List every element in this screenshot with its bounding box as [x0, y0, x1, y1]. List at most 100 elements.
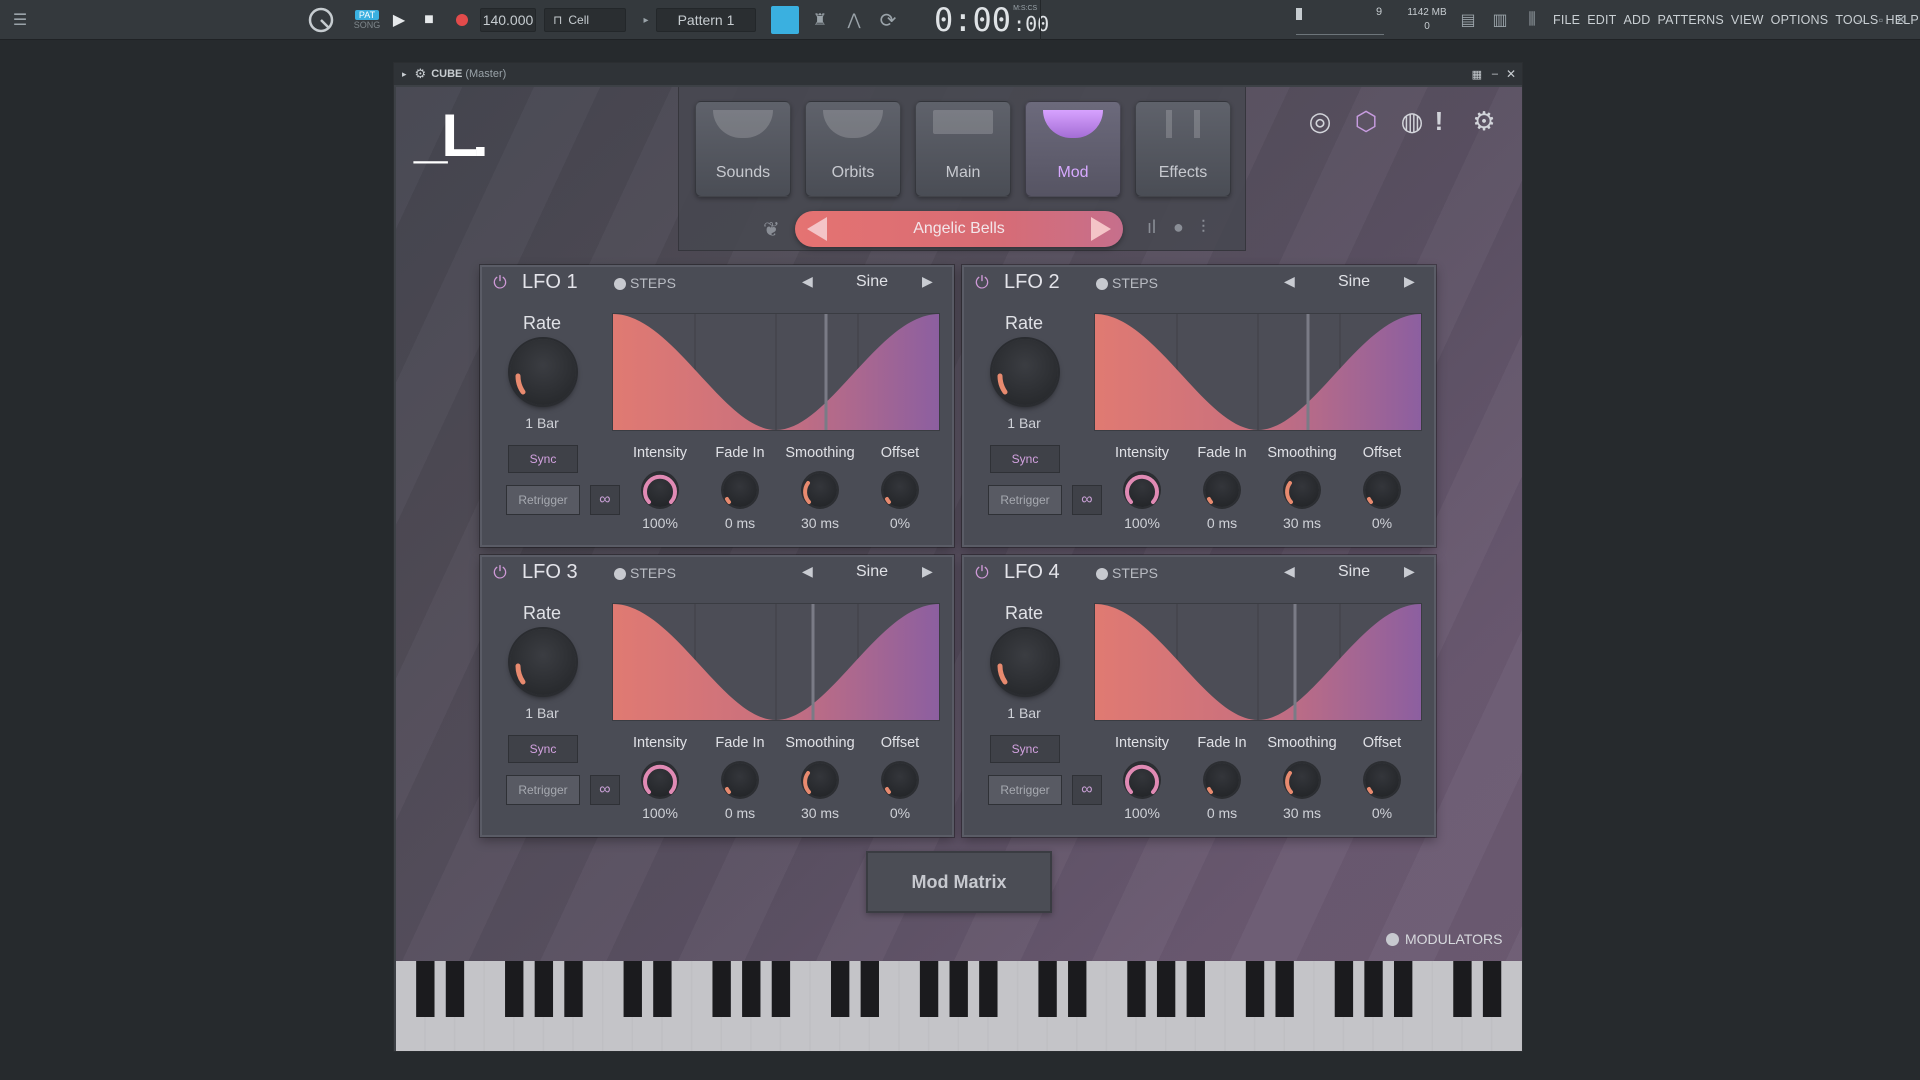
- tab-mod[interactable]: Mod: [1025, 101, 1121, 197]
- rate-knob[interactable]: [992, 339, 1058, 405]
- playlist-icon[interactable]: ▥: [1488, 0, 1512, 40]
- tab-orbits[interactable]: Orbits: [805, 101, 901, 197]
- menu-edit[interactable]: EDIT: [1587, 13, 1616, 27]
- offset-knob[interactable]: [883, 763, 917, 797]
- wave-next-icon[interactable]: ▶: [922, 563, 933, 580]
- tab-effects[interactable]: Effects: [1135, 101, 1231, 197]
- menu-add[interactable]: ADD: [1623, 13, 1650, 27]
- wave-next-icon[interactable]: ▶: [922, 273, 933, 290]
- black-key[interactable]: [1482, 961, 1502, 1017]
- rate-knob[interactable]: [992, 629, 1058, 695]
- loop-icon[interactable]: ∞: [590, 775, 620, 805]
- snap-selector[interactable]: ⊓ Cell: [544, 8, 626, 32]
- modulators-toggle[interactable]: MODULATORS: [1386, 931, 1503, 947]
- mixer-sliders-icon[interactable]: ⫶: [1201, 217, 1206, 238]
- steps-toggle-indicator[interactable]: [614, 568, 626, 580]
- retrigger-button[interactable]: Retrigger: [506, 485, 580, 515]
- maximize-icon[interactable]: ▫: [1872, 0, 1890, 40]
- smoothing-knob[interactable]: [1285, 763, 1319, 797]
- search-icon[interactable]: ●: [1173, 217, 1184, 238]
- black-key[interactable]: [653, 961, 672, 1017]
- settings-gear-icon[interactable]: ⚙: [1468, 105, 1500, 137]
- black-key[interactable]: [860, 961, 879, 1017]
- fade-in-knob[interactable]: [1205, 473, 1239, 507]
- power-icon[interactable]: ⏻: [490, 563, 510, 583]
- smoothing-knob[interactable]: [1285, 473, 1319, 507]
- retrigger-button[interactable]: Retrigger: [988, 485, 1062, 515]
- steps-toggle-indicator[interactable]: [1096, 278, 1108, 290]
- cube-icon[interactable]: ⬡: [1350, 105, 1382, 137]
- black-key[interactable]: [1364, 961, 1383, 1017]
- black-key[interactable]: [416, 961, 435, 1017]
- intensity-knob[interactable]: [643, 473, 677, 507]
- black-key[interactable]: [445, 961, 465, 1017]
- smoothing-knob[interactable]: [803, 763, 837, 797]
- black-key[interactable]: [771, 961, 791, 1017]
- steps-toggle-indicator[interactable]: [614, 278, 626, 290]
- retrigger-button[interactable]: Retrigger: [506, 775, 580, 805]
- loop-icon[interactable]: ∞: [1072, 485, 1102, 515]
- retrigger-button[interactable]: Retrigger: [988, 775, 1062, 805]
- close-icon[interactable]: ✕: [1892, 0, 1910, 40]
- black-key[interactable]: [1068, 961, 1087, 1017]
- wave-prev-icon[interactable]: ◀: [1284, 563, 1295, 580]
- mod-matrix-button[interactable]: Mod Matrix: [866, 851, 1052, 913]
- intensity-knob[interactable]: [643, 763, 677, 797]
- black-key[interactable]: [1334, 961, 1354, 1017]
- fade-in-knob[interactable]: [723, 473, 757, 507]
- black-key[interactable]: [564, 961, 583, 1017]
- wave-prev-icon[interactable]: ◀: [802, 563, 813, 580]
- pattern-selector[interactable]: Pattern 1: [656, 8, 756, 32]
- black-key[interactable]: [1127, 961, 1146, 1017]
- preset-next-icon[interactable]: [1091, 217, 1111, 241]
- black-key[interactable]: [1186, 961, 1205, 1017]
- black-key[interactable]: [534, 961, 554, 1017]
- rate-knob[interactable]: [510, 629, 576, 695]
- black-key[interactable]: [1453, 961, 1472, 1017]
- channel-rack-icon[interactable]: ⫼: [1520, 0, 1544, 40]
- wave-prev-icon[interactable]: ◀: [1284, 273, 1295, 290]
- globe-icon[interactable]: ◍: [1396, 105, 1428, 137]
- browser-toggle-icon[interactable]: ☰: [6, 0, 34, 40]
- offset-knob[interactable]: [883, 473, 917, 507]
- metronome-knob-icon[interactable]: [300, 0, 342, 40]
- menu-patterns[interactable]: PATTERNS: [1657, 13, 1723, 27]
- loop-icon[interactable]: ∞: [1072, 775, 1102, 805]
- record-icon[interactable]: [450, 0, 474, 40]
- lfo-waveform-display[interactable]: [1094, 313, 1422, 431]
- steps-toggle-indicator[interactable]: [1096, 568, 1108, 580]
- black-key[interactable]: [1275, 961, 1294, 1017]
- black-key[interactable]: [1038, 961, 1057, 1017]
- offset-knob[interactable]: [1365, 473, 1399, 507]
- black-key[interactable]: [949, 961, 968, 1017]
- tab-main[interactable]: Main: [915, 101, 1011, 197]
- power-icon[interactable]: ⏻: [972, 273, 992, 293]
- rate-knob[interactable]: [510, 339, 576, 405]
- fade-in-knob[interactable]: [1205, 763, 1239, 797]
- window-close-icon[interactable]: ✕: [1506, 67, 1516, 81]
- wave-next-icon[interactable]: ▶: [1404, 273, 1415, 290]
- black-key[interactable]: [623, 961, 642, 1017]
- lfo-waveform-display[interactable]: [612, 313, 940, 431]
- play-icon[interactable]: ▶: [388, 0, 410, 40]
- window-minimize-icon[interactable]: –: [1492, 68, 1498, 80]
- tab-sounds[interactable]: Sounds: [695, 101, 791, 197]
- lfo-waveform-display[interactable]: [612, 603, 940, 721]
- menu-file[interactable]: FILE: [1553, 13, 1580, 27]
- black-key[interactable]: [1156, 961, 1176, 1017]
- plugin-window-titlebar[interactable]: ▸ ⚙ CUBE (Master) ▦ – ✕: [394, 63, 1522, 85]
- black-key[interactable]: [742, 961, 761, 1017]
- power-icon[interactable]: ⏻: [490, 273, 510, 293]
- pattern-prev-icon[interactable]: ▸: [638, 0, 654, 40]
- window-menu-icon[interactable]: ▦: [1472, 68, 1482, 81]
- fade-in-knob[interactable]: [723, 763, 757, 797]
- intensity-knob[interactable]: [1125, 763, 1159, 797]
- black-key[interactable]: [979, 961, 998, 1017]
- black-key[interactable]: [1245, 961, 1265, 1017]
- power-icon[interactable]: ⏻: [972, 563, 992, 583]
- loop-icon[interactable]: ∞: [590, 485, 620, 515]
- pat-song-toggle[interactable]: PAT SONG: [350, 0, 384, 40]
- gear-icon[interactable]: ⚙: [415, 66, 427, 82]
- menu-view[interactable]: VIEW: [1731, 13, 1764, 27]
- black-key[interactable]: [505, 961, 524, 1017]
